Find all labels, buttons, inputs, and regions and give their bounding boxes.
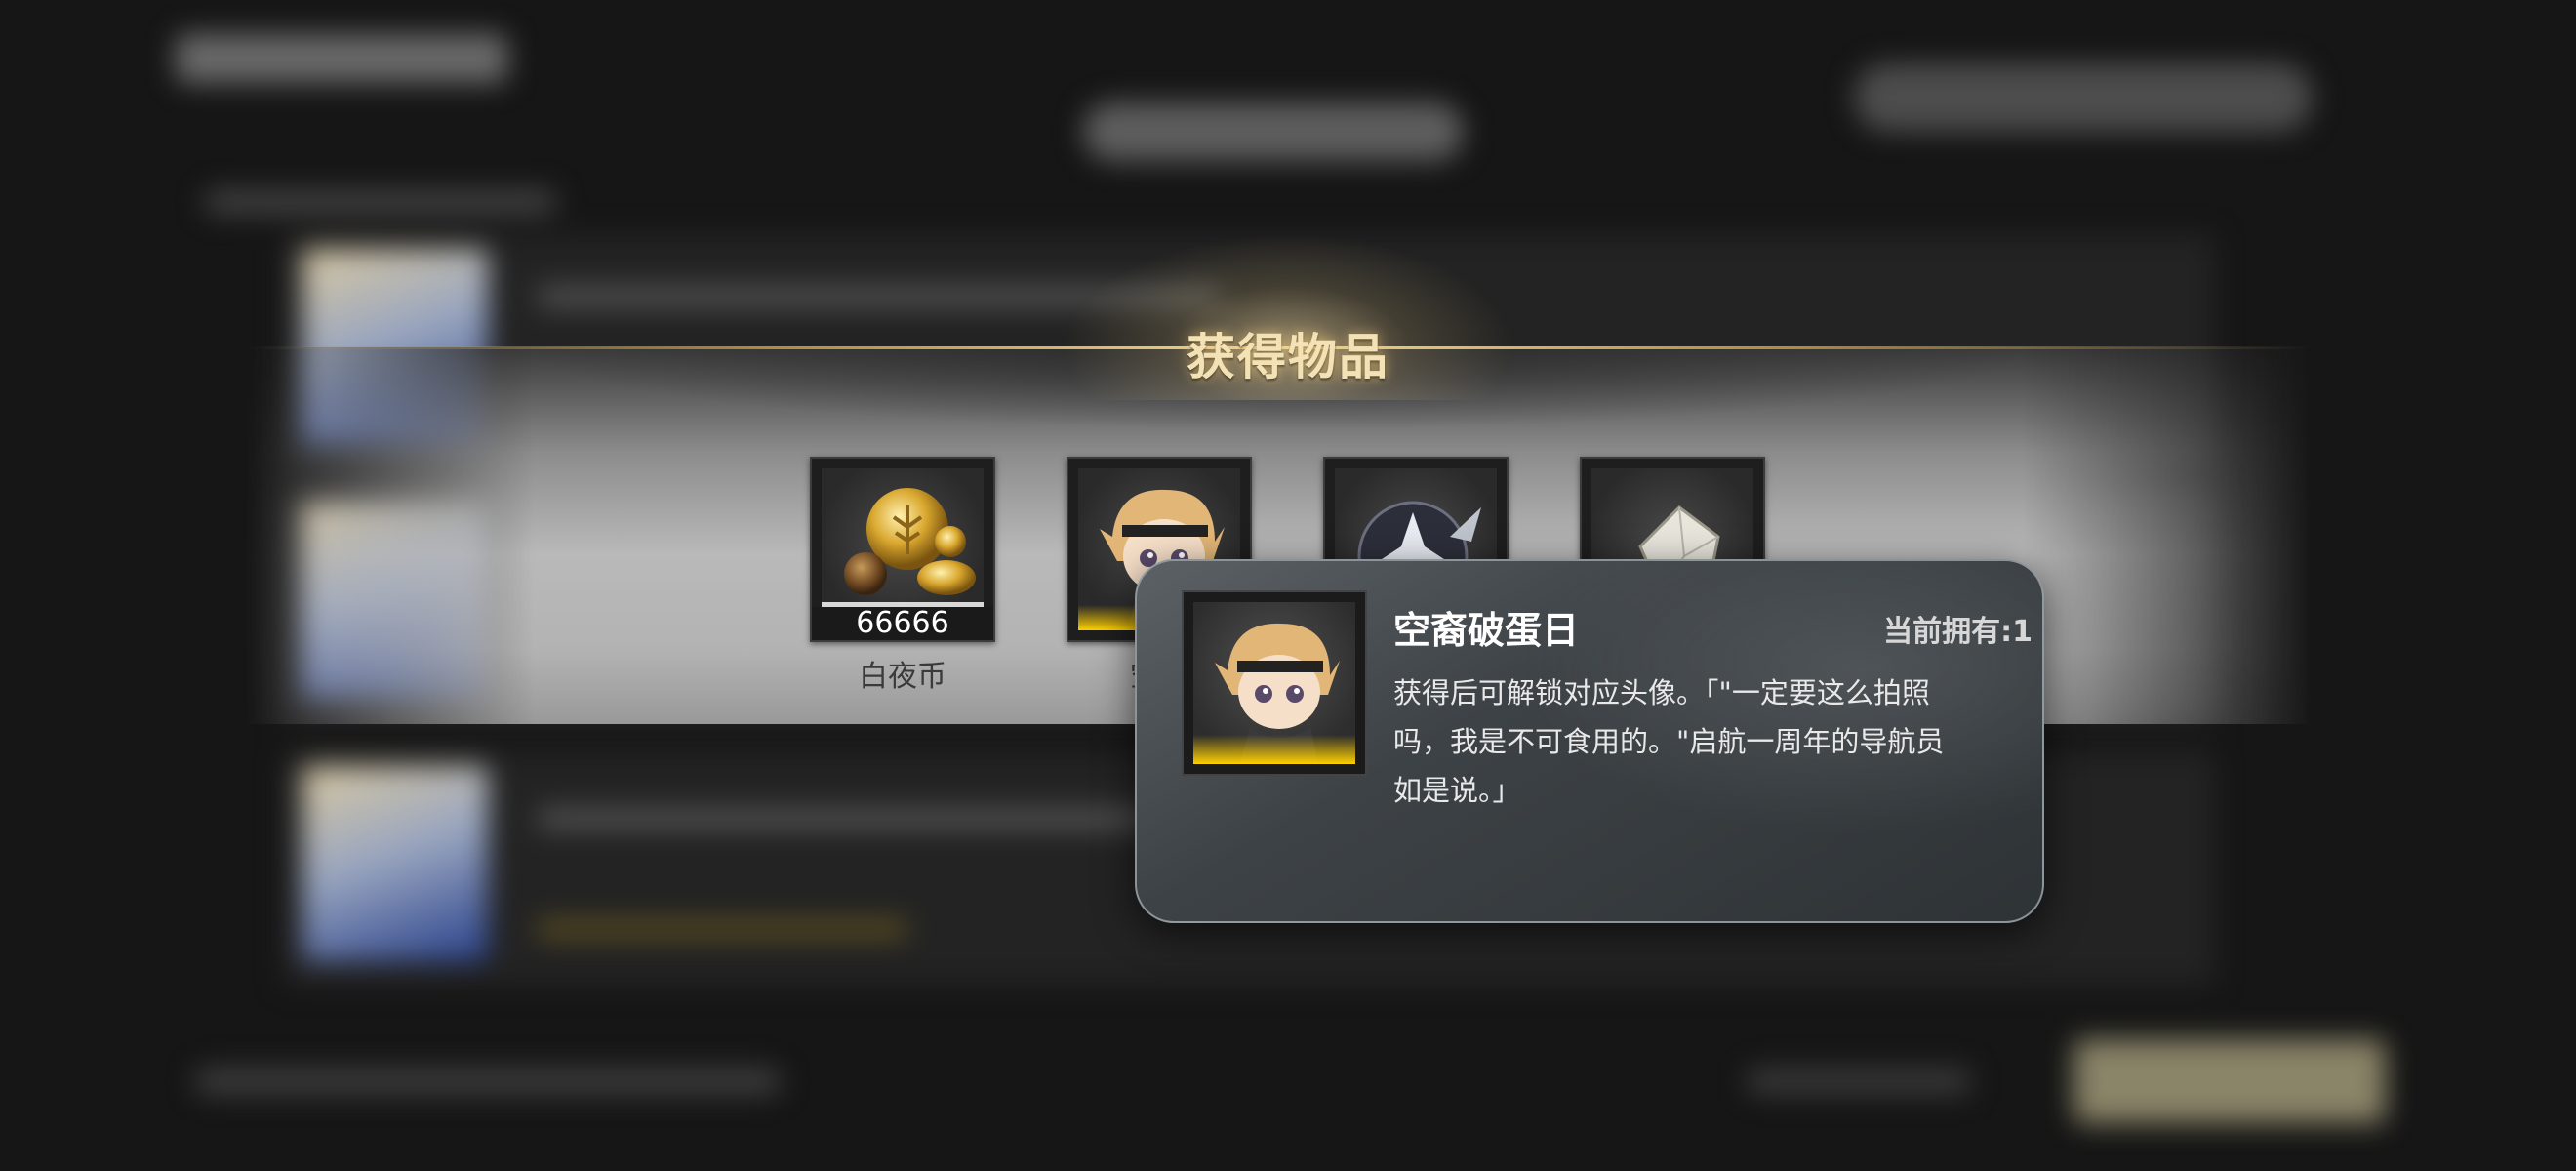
- tooltip-item-icon: [1182, 590, 1367, 776]
- reward-item-slot[interactable]: 66666: [810, 457, 995, 642]
- blurred-logo: [176, 34, 507, 83]
- blurred-progress: [537, 922, 907, 936]
- blurred-currency-bar: [1854, 63, 2313, 132]
- tooltip-owned-count: 当前拥有:1: [1883, 615, 2033, 649]
- tooltip-item-name: 空裔破蛋日: [1393, 609, 1580, 652]
- item-name: 白夜币: [859, 660, 946, 694]
- reward-title: 获得物品: [1187, 329, 1389, 385]
- item-quantity: 66666: [812, 607, 993, 640]
- item-tooltip: 空裔破蛋日 当前拥有:1 获得后可解锁对应头像。「"一定要这么拍照吗，我是不可食…: [1135, 559, 2044, 923]
- blurred-portrait: [302, 766, 488, 961]
- blurred-footer-text: [195, 1069, 781, 1094]
- rarity-strip: [1193, 735, 1355, 764]
- blurred-footer-link: [1747, 1069, 1971, 1094]
- tooltip-description: 获得后可解锁对应头像。「"一定要这么拍照吗，我是不可食用的。"启航一周年的导航员…: [1393, 676, 1945, 807]
- blurred-confirm-button: [2073, 1039, 2386, 1123]
- blurred-tabs: [205, 190, 556, 214]
- blurred-text: [537, 810, 1220, 828]
- blurred-header: [1083, 102, 1464, 161]
- coin-icon: [844, 488, 976, 595]
